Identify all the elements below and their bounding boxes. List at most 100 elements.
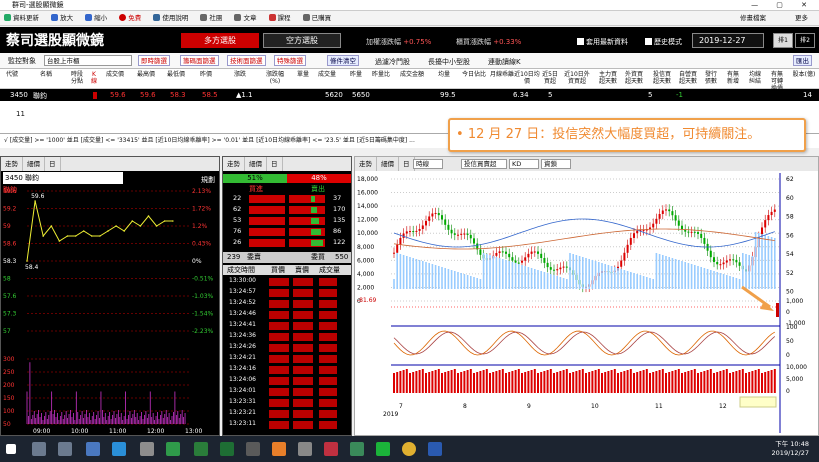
menu-item-more[interactable]: 更多 [795, 11, 808, 26]
col-header[interactable]: 單量 [297, 71, 309, 78]
help-icon[interactable] [153, 14, 161, 21]
col-header[interactable]: 發行張數 [704, 71, 718, 85]
col-header[interactable]: 成交量 [318, 71, 336, 78]
tab-trend[interactable]: 走勢 [223, 157, 245, 171]
monitor-select[interactable]: 台股上市櫃 [44, 55, 132, 66]
purchased-icon[interactable] [302, 14, 310, 21]
menu-item-theme[interactable]: 修畫檔案 [740, 11, 766, 26]
tab-detail[interactable]: 細價 [245, 157, 267, 171]
col-header[interactable]: 名稱 [40, 71, 52, 78]
checkbox-icon[interactable] [577, 38, 584, 45]
col-header[interactable]: 近10日均價 [514, 71, 540, 85]
windows-start-icon[interactable] [6, 444, 16, 454]
special-filter-button[interactable]: 特殊篩選 [274, 55, 306, 66]
system-clock[interactable]: 下午 10:48 2019/12/27 [772, 440, 809, 458]
free-icon[interactable] [119, 14, 127, 21]
col-header[interactable]: 均量 [438, 71, 450, 78]
col-header[interactable]: 代號 [6, 71, 18, 78]
tech-filter-button[interactable]: 技術面篩選 [227, 55, 266, 66]
trades-col[interactable]: 成交時間 [227, 265, 255, 275]
teamviewer-icon[interactable] [112, 442, 126, 456]
short-select-button[interactable]: 空方選股 [263, 33, 341, 48]
export-button[interactable]: 匯出 [793, 55, 812, 66]
menu-item-course[interactable]: 課程 [278, 14, 291, 22]
col-header[interactable]: 近5日買超 [540, 71, 560, 85]
menu-item-article[interactable]: 文章 [243, 14, 256, 22]
menu-item-refresh[interactable]: 資料更新 [13, 14, 39, 22]
trades-col[interactable]: 賣價 [295, 265, 309, 275]
col-header[interactable]: 股本(億) [792, 71, 816, 78]
tab-layout-1[interactable]: 排1 [773, 33, 793, 48]
trades-col[interactable]: 成交量 [319, 265, 340, 275]
tab-detail[interactable]: 細價 [377, 157, 399, 171]
calculator-icon[interactable] [140, 442, 154, 456]
line-icon[interactable] [376, 442, 390, 456]
menu-item-zoom-out[interactable]: 縮小 [94, 14, 107, 22]
clear-conditions-button[interactable]: 條件清空 [327, 55, 359, 66]
col-header[interactable]: 主力買超天數 [598, 71, 618, 85]
col-header[interactable]: 外資買超天數 [624, 71, 644, 85]
menu-item-community[interactable]: 社團 [209, 14, 222, 22]
search-icon[interactable] [32, 442, 46, 456]
col-header[interactable]: 昨價 [200, 71, 212, 78]
col-header[interactable]: 月線乖離 [490, 71, 514, 78]
tab-day[interactable]: 日 [267, 157, 283, 171]
col-header[interactable]: 近10日外資買超 [562, 71, 592, 85]
filter-cold-checkbox[interactable]: 過濾冷門股 [375, 57, 410, 67]
period-dropdown[interactable]: 時線 [413, 159, 443, 169]
link-k-checkbox[interactable]: 連動讀線K [488, 57, 521, 67]
lock-dropdown[interactable]: 資鎖 [541, 159, 571, 169]
col-header[interactable]: K線 [90, 71, 98, 85]
long-select-button[interactable]: 多方選股 [181, 33, 259, 48]
tab-detail[interactable]: 細價 [23, 157, 45, 171]
app-icon[interactable] [324, 442, 338, 456]
app-icon[interactable] [194, 442, 208, 456]
col-header[interactable]: 自營買超天數 [678, 71, 698, 85]
app-icon[interactable] [166, 442, 180, 456]
excel-icon[interactable] [220, 442, 234, 456]
indicator-dropdown[interactable]: 投信買賣超 [461, 159, 507, 169]
col-header[interactable]: 昨量比 [372, 71, 390, 78]
filter-small-checkbox[interactable]: 長擾中小型股 [428, 57, 470, 67]
col-header[interactable]: 投信買超天數 [652, 71, 672, 85]
table-row[interactable]: 3450 聯鈞 59.6 59.6 58.3 58.5 ▲1.1 5620 56… [0, 89, 819, 101]
trades-col[interactable]: 買價 [271, 265, 285, 275]
menu-item-help[interactable]: 使用說明 [162, 14, 188, 22]
app-icon[interactable] [298, 442, 312, 456]
col-header[interactable]: 成交價 [106, 71, 124, 78]
app-icon[interactable] [272, 442, 286, 456]
checkbox-icon[interactable] [645, 38, 652, 45]
app-icon[interactable] [246, 442, 260, 456]
tab-trend[interactable]: 走勢 [1, 157, 23, 171]
date-picker[interactable]: 2019-12-27 [692, 33, 764, 48]
latest-data-checkbox[interactable]: 套用最新資料 [577, 37, 628, 47]
task-view-icon[interactable] [58, 442, 72, 456]
menu-item-zoom-in[interactable]: 放大 [60, 14, 73, 22]
store-icon[interactable] [86, 442, 100, 456]
chip-filter-button[interactable]: 籌碼面篩選 [180, 55, 219, 66]
zoom-in-icon[interactable] [51, 14, 59, 21]
article-icon[interactable] [234, 14, 242, 21]
col-header[interactable]: 漲跌幅(%) [266, 71, 284, 85]
col-header[interactable]: 最低價 [167, 71, 185, 78]
kd-dropdown[interactable]: KD [509, 159, 539, 169]
col-header[interactable]: 時段分點 [70, 71, 84, 85]
realtime-filter-button[interactable]: 即時篩選 [138, 55, 170, 66]
col-header[interactable]: 成交金額 [400, 71, 424, 78]
col-header[interactable]: 今日佔比 [462, 71, 486, 78]
col-header[interactable]: 有無新增 [726, 71, 740, 85]
community-icon[interactable] [200, 14, 208, 21]
col-header[interactable]: 昨量 [350, 71, 362, 78]
chrome-icon[interactable] [402, 442, 416, 456]
refresh-icon[interactable] [4, 14, 11, 21]
zoom-out-icon[interactable] [85, 14, 93, 21]
history-mode-checkbox[interactable]: 歷史模式 [645, 37, 682, 47]
window-controls[interactable]: — ▢ ✕ [751, 0, 815, 11]
app-icon[interactable] [350, 442, 364, 456]
tab-trend[interactable]: 走勢 [355, 157, 377, 171]
menu-item-free[interactable]: 免費 [128, 14, 141, 22]
menu-item-purchased[interactable]: 已購買 [312, 14, 332, 22]
course-icon[interactable] [268, 14, 276, 21]
tab-layout-2[interactable]: 排2 [795, 33, 815, 48]
word-icon[interactable] [428, 442, 442, 456]
